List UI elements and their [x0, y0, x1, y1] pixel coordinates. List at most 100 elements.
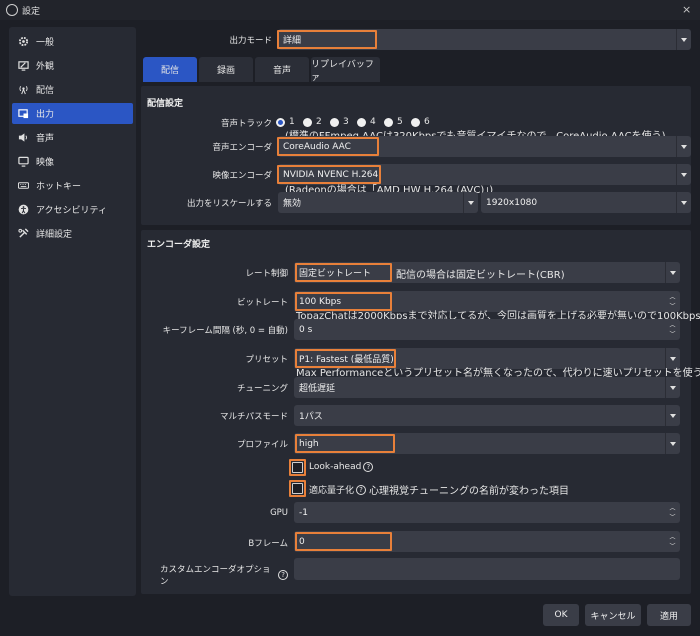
rescale-select[interactable]: 無効 — [278, 192, 478, 213]
lookahead-row: Look-ahead ? — [309, 462, 374, 472]
rescale-value: 無効 — [283, 199, 302, 209]
profile-select[interactable]: high — [294, 433, 680, 454]
multipass-value: 1パス — [299, 412, 323, 422]
sidebar-item-general[interactable]: 一般 — [12, 31, 133, 52]
chevron-down-icon — [463, 192, 478, 213]
bframes-spinbox[interactable]: 0 ︿ ﹀ — [294, 531, 680, 552]
sidebar-item-label: アクセシビリティ — [36, 206, 108, 216]
track-radio-3[interactable]: 3 — [330, 117, 349, 127]
cancel-button[interactable]: キャンセル — [585, 604, 641, 626]
sidebar-item-stream[interactable]: 配信 — [12, 79, 133, 100]
track-radio-4[interactable]: 4 — [357, 117, 376, 127]
resolution-value: 1920x1080 — [486, 197, 538, 208]
ok-button[interactable]: OK — [543, 604, 579, 626]
help-icon[interactable]: ? — [278, 570, 288, 580]
sidebar-item-label: 音声 — [36, 134, 55, 144]
multipass-select[interactable]: 1パス — [294, 405, 680, 426]
track-radio-1[interactable]: 1 — [276, 117, 295, 127]
audio-encoder-value: CoreAudio AAC — [283, 141, 351, 152]
tab-replay-buffer[interactable]: リプレイバッファ — [311, 57, 380, 83]
keyframe-spinbox[interactable]: 0 s ︿ ﹀ — [294, 319, 680, 340]
bitrate-label: ビットレート — [236, 298, 288, 308]
sidebar-item-label: 外観 — [36, 62, 55, 72]
spin-arrows-icon[interactable]: ︿ ﹀ — [665, 531, 680, 552]
radio-dot — [303, 117, 312, 127]
keyframe-value: 0 s — [299, 324, 313, 335]
spin-arrows-icon[interactable]: ︿ ﹀ — [665, 319, 680, 340]
appearance-icon — [18, 61, 29, 71]
tab-stream[interactable]: 配信 — [143, 57, 197, 82]
sidebar-item-advanced[interactable]: 詳細設定 — [12, 223, 133, 244]
video-encoder-value: NVIDIA NVENC H.264 — [283, 169, 379, 180]
sidebar-item-label: 出力 — [36, 110, 55, 120]
sidebar-item-label: 配信 — [36, 86, 55, 96]
bframes-value: 0 — [299, 536, 305, 547]
radio-dot — [384, 117, 393, 127]
rescale-resolution-select[interactable]: 1920x1080 — [481, 192, 691, 213]
custom-options-label: カスタムエンコーダオプション — [160, 565, 271, 587]
track-label: 4 — [370, 117, 376, 127]
window-title: 設定 — [22, 7, 41, 17]
chevron-down-icon — [676, 192, 691, 213]
output-mode-label: 出力モード — [229, 36, 272, 46]
radio-dot — [330, 117, 339, 127]
custom-options-input[interactable] — [294, 558, 680, 580]
adaptive-quantization-row: 適応量子化 ? 心理視覚チューニングの名前が変わった項目 — [309, 482, 569, 497]
sidebar-item-label: 映像 — [36, 158, 55, 168]
tuning-value: 超低遅延 — [299, 384, 336, 394]
track-label: 1 — [289, 117, 295, 127]
keyboard-icon — [18, 182, 29, 189]
sidebar-item-output[interactable]: 出力 — [12, 103, 133, 124]
gear-icon — [18, 36, 29, 47]
sidebar-item-hotkeys[interactable]: ホットキー — [12, 175, 133, 196]
monitor-icon — [18, 156, 29, 167]
close-icon[interactable]: × — [682, 3, 691, 16]
rate-control-note: 配信の場合は固定ビットレート(CBR) — [396, 270, 565, 281]
encoder-settings-title: エンコーダ設定 — [147, 240, 211, 250]
apply-button[interactable]: 適用 — [647, 604, 691, 626]
stream-settings-title: 配信設定 — [147, 99, 184, 109]
custom-options-row: カスタムエンコーダオプション ? — [160, 563, 288, 587]
track-radio-5[interactable]: 5 — [384, 117, 403, 127]
sidebar-item-appearance[interactable]: 外観 — [12, 55, 133, 76]
rate-control-label: レート制御 — [245, 269, 288, 279]
sidebar-item-label: 詳細設定 — [36, 230, 73, 240]
sidebar-item-accessibility[interactable]: アクセシビリティ — [12, 199, 133, 220]
spin-arrows-icon[interactable]: ︿ ﹀ — [665, 502, 680, 523]
track-radio-6[interactable]: 6 — [411, 117, 430, 127]
chevron-down-icon — [676, 29, 691, 50]
rate-control-value: 固定ビットレート — [299, 269, 372, 279]
profile-label: プロファイル — [236, 440, 288, 450]
accessibility-icon — [18, 204, 29, 215]
tuning-label: チューニング — [236, 384, 288, 394]
radio-dot — [276, 117, 285, 127]
track-label: 5 — [397, 117, 403, 127]
sidebar-item-audio[interactable]: 音声 — [12, 127, 133, 148]
audio-track-label: 音声トラック — [220, 119, 272, 129]
title-bar — [0, 0, 700, 20]
tools-icon — [18, 228, 29, 238]
audio-encoder-label: 音声エンコーダ — [212, 143, 272, 153]
gpu-label: GPU — [270, 508, 288, 518]
radio-dot — [357, 117, 366, 127]
output-mode-select[interactable]: 詳細 — [278, 29, 691, 50]
track-label: 3 — [343, 117, 349, 127]
tuning-select[interactable]: 超低遅延 — [294, 377, 680, 398]
tab-audio[interactable]: 音声 — [255, 57, 309, 82]
sidebar-item-label: ホットキー — [36, 182, 82, 192]
help-icon[interactable]: ? — [356, 484, 367, 495]
help-icon[interactable]: ? — [363, 462, 374, 472]
gpu-value: -1 — [299, 507, 308, 518]
lookahead-checkbox[interactable] — [292, 462, 303, 473]
track-label: 6 — [424, 117, 430, 127]
multipass-label: マルチパスモード — [219, 412, 288, 422]
tab-recording[interactable]: 録画 — [199, 57, 253, 82]
gpu-spinbox[interactable]: -1 ︿ ﹀ — [294, 502, 680, 523]
speaker-icon — [18, 133, 27, 142]
adaptive-quantization-note: 心理視覚チューニングの名前が変わった項目 — [369, 486, 570, 497]
audio-encoder-select[interactable]: CoreAudio AAC — [278, 136, 691, 157]
output-mode-value: 詳細 — [283, 36, 302, 46]
adaptive-quantization-checkbox[interactable] — [292, 483, 303, 494]
track-radio-2[interactable]: 2 — [303, 117, 322, 127]
sidebar-item-video[interactable]: 映像 — [12, 151, 133, 172]
